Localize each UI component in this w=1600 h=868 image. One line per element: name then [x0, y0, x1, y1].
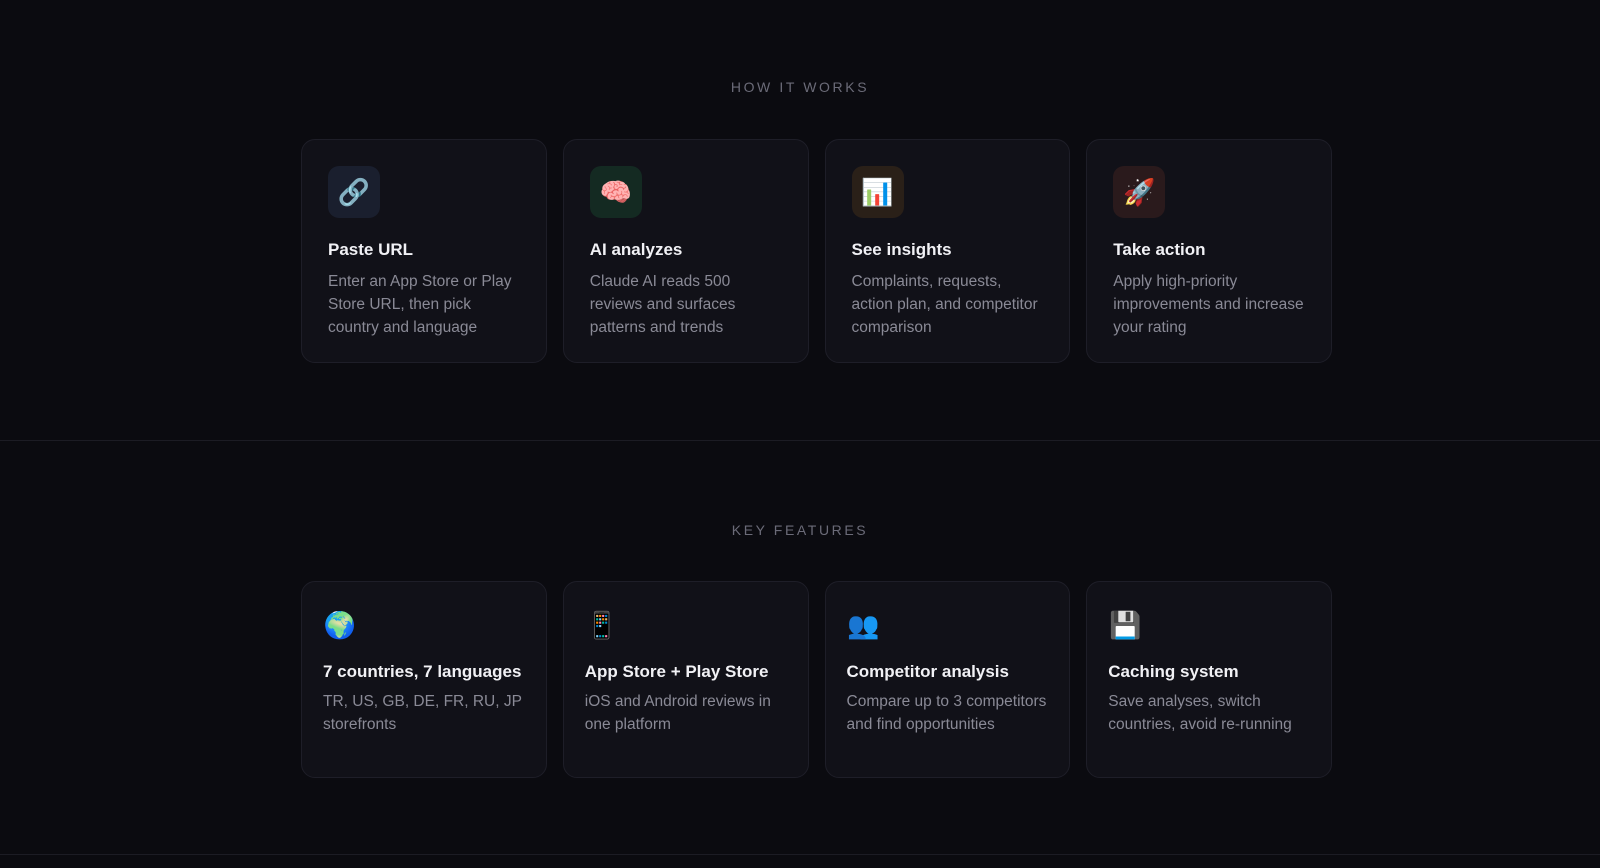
link-icon: 🔗 — [328, 166, 380, 218]
floppy-disk-icon: 💾 — [1109, 609, 1142, 640]
feature-description: iOS and Android reviews in one platform — [584, 693, 771, 733]
how-it-works-heading: HOW IT WORKS — [730, 79, 870, 95]
key-features-cards: 🌍 7 countries, 7 languages TR, US, GB, D… — [301, 581, 1332, 778]
feature-card-caching-system: 💾 Caching system Save analyses, switch c… — [1086, 581, 1332, 778]
feature-card-app-stores: 📱 App Store + Play Store iOS and Android… — [562, 581, 809, 778]
brain-icon: 🧠 — [589, 166, 642, 218]
feature-description: Save analyses, switch countries, avoid r… — [1108, 693, 1292, 733]
bottom-divider — [0, 854, 1600, 868]
step-card-see-insights: 📊 See insights Complaints, requests, act… — [824, 139, 1071, 363]
bar-chart-icon: 📊 — [851, 166, 904, 218]
step-title: AI analyzes — [589, 240, 683, 259]
step-description: Apply high-priority improvements and inc… — [1113, 273, 1304, 336]
step-description: Complaints, requests, action plan, and c… — [851, 273, 1038, 336]
step-title: Take action — [1113, 240, 1206, 259]
feature-title: Competitor analysis — [846, 662, 1010, 681]
mobile-phone-icon: 📱 — [585, 609, 618, 640]
step-description: Enter an App Store or Play Store URL, th… — [328, 273, 512, 336]
step-description: Claude AI reads 500 reviews and surfaces… — [589, 273, 736, 336]
rocket-icon: 🚀 — [1113, 166, 1166, 218]
step-title: See insights — [851, 240, 952, 259]
users-icon: 👥 — [847, 609, 880, 640]
feature-title: App Store + Play Store — [584, 662, 769, 681]
key-features-heading: KEY FEATURES — [731, 522, 869, 538]
step-card-take-action: 🚀 Take action Apply high-priority improv… — [1086, 139, 1332, 363]
step-card-paste-url: 🔗 Paste URL Enter an App Store or Play S… — [301, 139, 547, 363]
step-card-ai-analyzes: 🧠 AI analyzes Claude AI reads 500 review… — [562, 139, 809, 363]
key-features-section: KEY FEATURES 🌍 7 countries, 7 languages … — [0, 440, 1600, 854]
feature-description: TR, US, GB, DE, FR, RU, JP storefronts — [323, 693, 522, 733]
step-title: Paste URL — [328, 240, 414, 259]
feature-title: 7 countries, 7 languages — [323, 662, 522, 681]
feature-card-competitor-analysis: 👥 Competitor analysis Compare up to 3 co… — [824, 581, 1071, 778]
feature-description: Compare up to 3 competitors and find opp… — [846, 693, 1047, 733]
how-it-works-section: HOW IT WORKS 🔗 Paste URL Enter an App St… — [0, 0, 1600, 440]
feature-card-countries-languages: 🌍 7 countries, 7 languages TR, US, GB, D… — [301, 581, 547, 778]
globe-icon: 🌍 — [323, 609, 357, 640]
feature-title: Caching system — [1108, 662, 1239, 681]
how-it-works-cards: 🔗 Paste URL Enter an App Store or Play S… — [301, 139, 1332, 363]
